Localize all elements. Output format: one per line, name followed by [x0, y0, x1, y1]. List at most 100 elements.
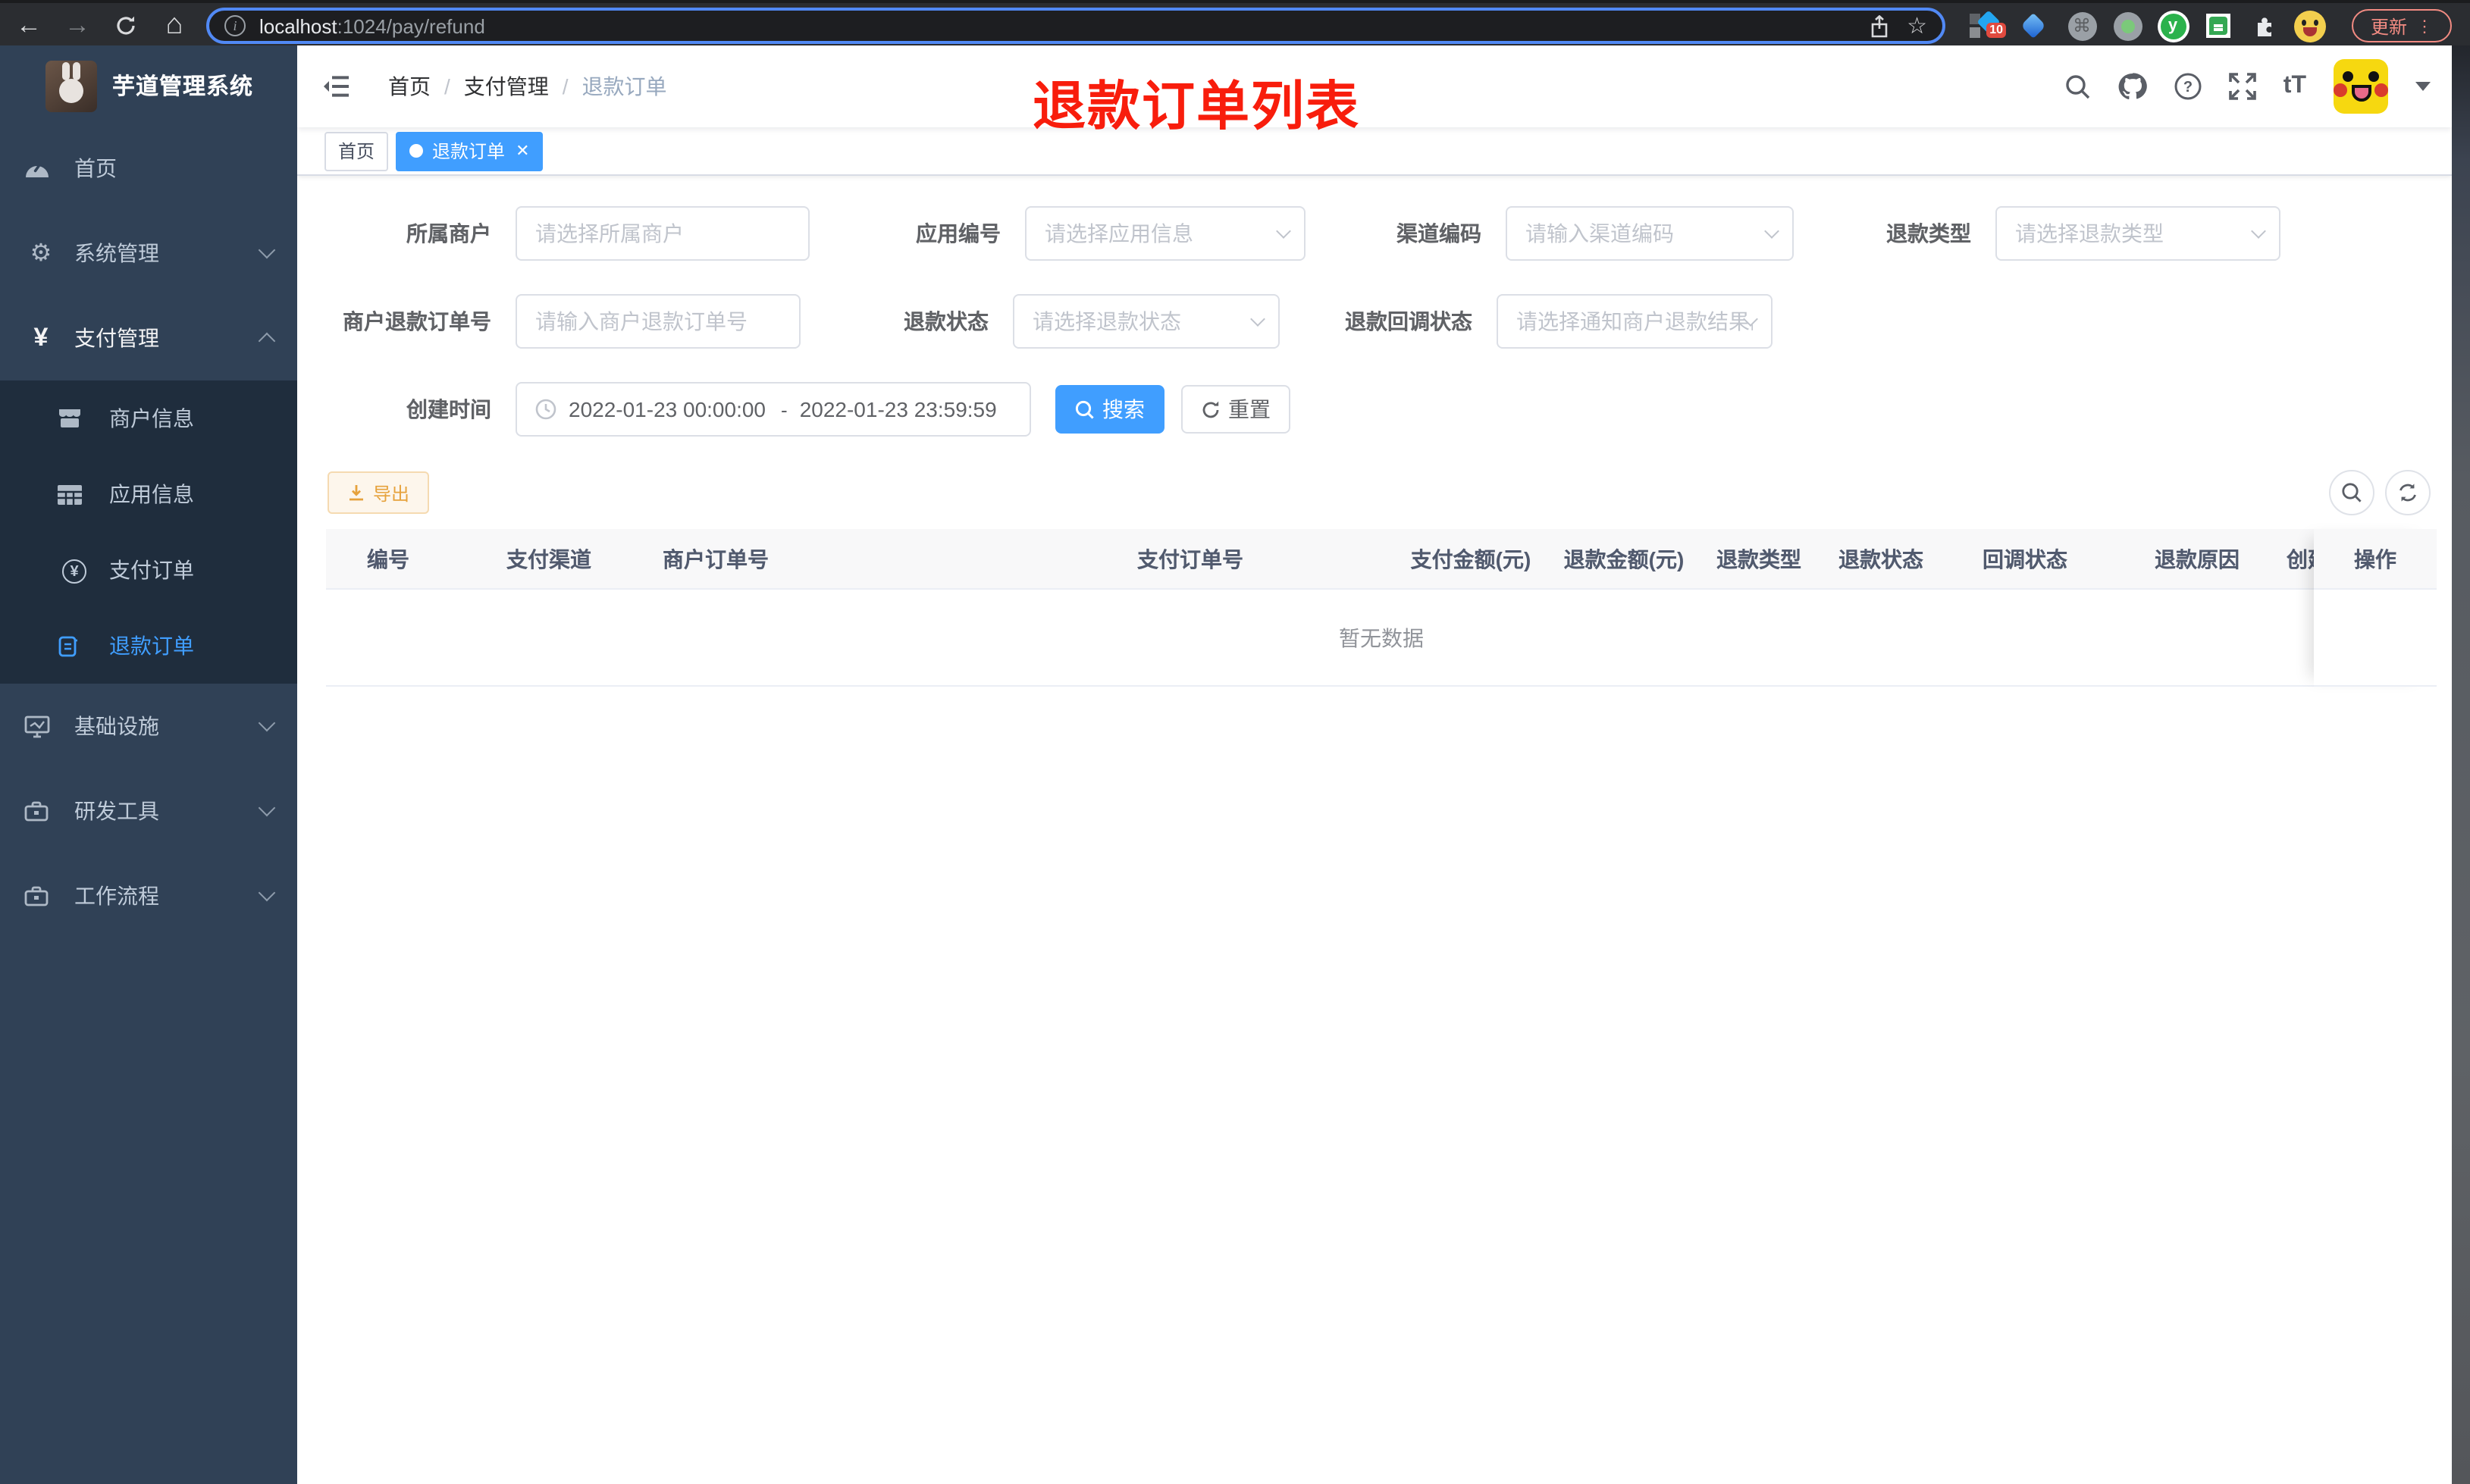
extensions-puzzle-icon[interactable] [2247, 3, 2280, 49]
col-refund-amount: 退款金额(元) [1563, 546, 1685, 571]
col-channel: 支付渠道 [506, 546, 591, 571]
extension-badge: 10 [1986, 23, 2006, 38]
gear-icon: ⚙ [30, 241, 52, 267]
hide-search-button[interactable] [2329, 470, 2374, 515]
search-icon [1075, 399, 1094, 418]
app-select[interactable] [1025, 206, 1306, 261]
sidebar-item-refund-order[interactable]: 退款订单 [0, 608, 297, 684]
tag-home[interactable]: 首页 [324, 131, 389, 171]
url-bar[interactable]: i localhost:1024/pay/refund ☆ [206, 8, 1945, 44]
sidebar-item-home[interactable]: 首页 [0, 126, 297, 211]
owner-select[interactable] [516, 206, 810, 261]
browser-update-button[interactable]: 更新 ⋮ [2352, 9, 2452, 42]
search-button[interactable]: 搜索 [1055, 385, 1164, 434]
sidebar-item-system[interactable]: ⚙ 系统管理 [0, 211, 297, 296]
user-avatar[interactable] [2334, 59, 2388, 114]
owner-input[interactable] [535, 221, 790, 246]
toolbox-icon [24, 800, 58, 822]
range-end[interactable]: 2022-01-23 23:59:59 [800, 397, 1000, 421]
github-icon[interactable] [2118, 73, 2147, 100]
breadcrumb-home[interactable]: 首页 [388, 71, 431, 102]
create-time-range-picker[interactable]: 2022-01-23 00:00:00 - 2022-01-23 23:59:5… [516, 382, 1031, 437]
fullscreen-icon[interactable] [2228, 73, 2256, 100]
help-icon[interactable]: ? [2174, 73, 2202, 100]
sidebar-item-pay-order[interactable]: ¥ 支付订单 [0, 532, 297, 608]
channel-select[interactable] [1506, 206, 1794, 261]
download-icon [349, 485, 363, 501]
extension-kite-icon[interactable] [2017, 3, 2050, 49]
extension-y-icon[interactable]: y [2155, 3, 2191, 49]
extension-dot-icon[interactable] [2111, 3, 2144, 49]
site-info-icon[interactable]: i [224, 15, 246, 36]
document-icon [58, 634, 91, 657]
col-callback-status: 回调状态 [1983, 546, 2067, 571]
kebab-menu-icon[interactable]: ⋮ [2416, 16, 2433, 36]
search-icon[interactable] [2065, 74, 2091, 99]
share-icon[interactable] [1869, 14, 1889, 37]
breadcrumb-pay[interactable]: 支付管理 [464, 71, 549, 102]
refund-type-select-input[interactable] [2015, 221, 2261, 246]
logo-image [45, 60, 97, 111]
app-header: 首页 / 支付管理 / 退款订单 退款订单列表 ? tT [297, 45, 2452, 136]
profile-avatar-icon[interactable] [2291, 3, 2327, 49]
sidebar-item-app-info[interactable]: 应用信息 [0, 456, 297, 532]
main-area: 首页 / 支付管理 / 退款订单 退款订单列表 ? tT 首页 退款订单 ✕ 所… [297, 45, 2452, 1484]
export-button[interactable]: 导出 [328, 471, 430, 514]
extension-chat-icon[interactable] [2202, 3, 2235, 49]
merchant-refund-no-input[interactable] [535, 309, 781, 333]
refund-status-select[interactable] [1013, 294, 1280, 349]
font-size-icon[interactable]: tT [2283, 73, 2306, 100]
refresh-icon [1202, 400, 1219, 418]
monitor-icon [24, 715, 58, 737]
reset-button[interactable]: 重置 [1181, 385, 1290, 434]
sidebar-item-merchant-info[interactable]: 商户信息 [0, 380, 297, 456]
browser-back-button[interactable]: ← [9, 3, 49, 49]
sidebar-item-infra[interactable]: 基础设施 [0, 684, 297, 769]
breadcrumb: 首页 / 支付管理 / 退款订单 [388, 45, 667, 127]
refund-status-select-input[interactable] [1033, 309, 1260, 333]
chevron-down-icon [258, 714, 276, 732]
extension-command-icon[interactable]: ⌘ [2065, 3, 2099, 49]
filter-row-2: 商户退款订单号 退款状态 退款回调状态 [297, 294, 2452, 349]
bookmark-star-icon[interactable]: ☆ [1907, 12, 1927, 39]
page-content: 所属商户 应用编号 渠道编码 退款类型 商户退款订单号 [297, 206, 2452, 687]
avatar-dropdown-caret[interactable] [2415, 82, 2431, 91]
url-text: localhost:1024/pay/refund [259, 14, 485, 37]
col-refund-reason: 退款原因 [2155, 546, 2240, 571]
range-start[interactable]: 2022-01-23 00:00:00 [569, 397, 769, 421]
browser-reload-button[interactable] [106, 3, 146, 49]
tag-refund-order[interactable]: 退款订单 ✕ [396, 131, 544, 171]
tag-close-icon[interactable]: ✕ [516, 141, 529, 161]
sidebar-collapse-button[interactable] [323, 74, 350, 99]
extension-diamond-icon[interactable]: 10 [1965, 3, 2006, 49]
sidebar-logo[interactable]: 芋道管理系统 [0, 45, 297, 126]
refund-type-select[interactable] [1995, 206, 2280, 261]
clock-icon [535, 399, 556, 420]
notify-status-select[interactable] [1497, 294, 1773, 349]
chevron-down-icon [258, 799, 276, 817]
channel-select-input[interactable] [1525, 221, 1774, 246]
sidebar-item-pay[interactable]: ¥ 支付管理 [0, 296, 297, 380]
browser-forward-button[interactable]: → [58, 3, 97, 49]
sidebar: 芋道管理系统 首页 ⚙ 系统管理 ¥ 支付管理 商户信息 应用信息 ¥ 支付订单… [0, 45, 297, 1484]
col-refund-type: 退款类型 [1716, 546, 1801, 571]
empty-placeholder: 暂无数据 [326, 590, 2437, 687]
notify-status-select-input[interactable] [1516, 309, 1753, 333]
toolbox-icon [24, 885, 58, 906]
breadcrumb-current: 退款订单 [581, 74, 667, 99]
col-create-time-clipped: 创建时间 [2287, 546, 2314, 571]
merchant-refund-no-field[interactable] [516, 294, 801, 349]
col-merchant-order-no: 商户订单号 [663, 546, 769, 571]
col-pay-amount: 支付金额(元) [1410, 546, 1531, 571]
page-annotation: 退款订单列表 [1033, 77, 1361, 136]
table-header-row: 编号 支付渠道 商户订单号 支付订单号 支付金额(元) 退款金额(元) 退款类型… [326, 529, 2437, 590]
refresh-table-button[interactable] [2385, 470, 2431, 515]
browser-home-button[interactable]: ⌂ [155, 3, 194, 49]
chevron-up-icon [258, 332, 276, 350]
app-select-input[interactable] [1045, 221, 1286, 246]
sidebar-item-workflow[interactable]: 工作流程 [0, 853, 297, 938]
filter-row-3: 创建时间 2022-01-23 00:00:00 - 2022-01-23 23… [297, 382, 2452, 437]
window-edge-strip [2452, 45, 2470, 1484]
sidebar-item-devtools[interactable]: 研发工具 [0, 769, 297, 853]
col-refund-status: 退款状态 [1838, 546, 1923, 571]
